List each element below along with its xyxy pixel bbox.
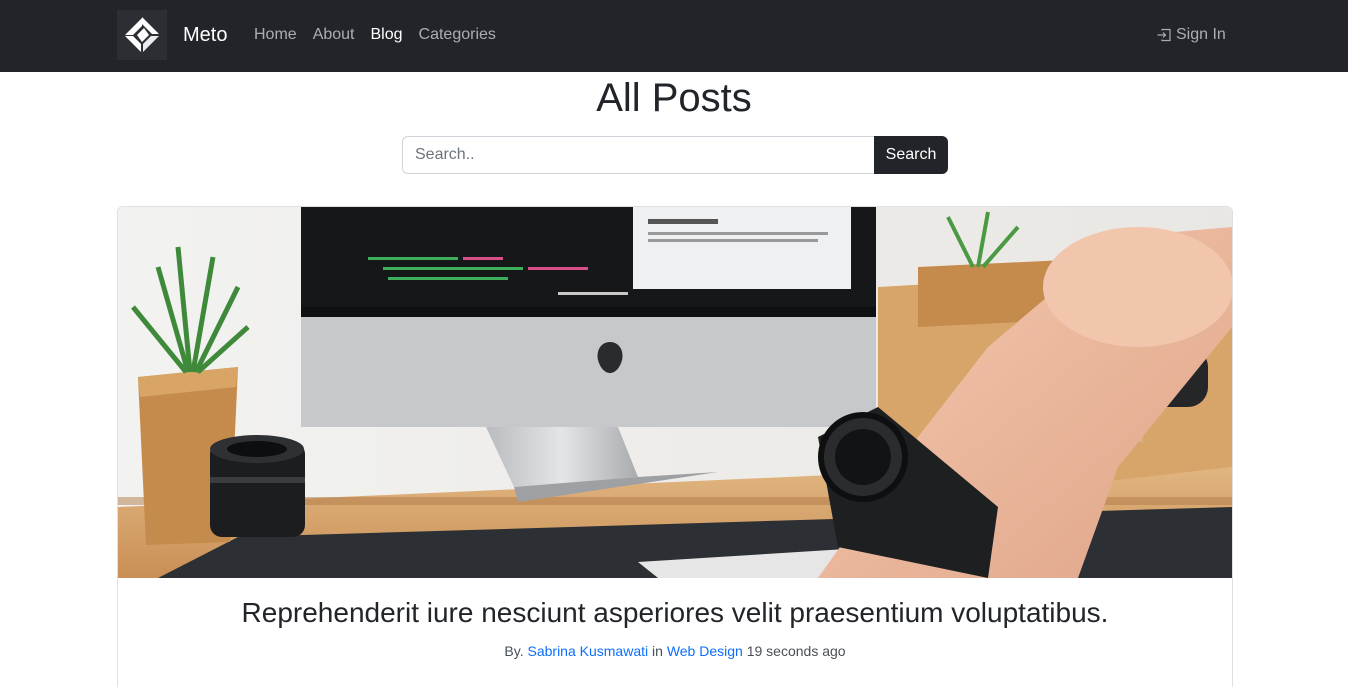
search-form: Search <box>402 136 948 174</box>
nav-link-about[interactable]: About <box>313 24 355 46</box>
post-title[interactable]: Reprehenderit iure nesciunt asperiores v… <box>118 596 1232 630</box>
post-image[interactable] <box>118 207 1232 578</box>
category-link[interactable]: Web Design <box>667 643 743 659</box>
top-navbar: Meto Home About Blog Categories Sign In <box>0 0 1348 72</box>
sign-in-link[interactable]: Sign In <box>1156 24 1226 46</box>
by-label: By. <box>504 643 524 659</box>
in-label: in <box>652 643 663 659</box>
author-link[interactable]: Sabrina Kusmawati <box>528 643 649 659</box>
nav-links: Home About Blog Categories <box>254 24 512 46</box>
nav-link-home[interactable]: Home <box>254 24 297 46</box>
brand-name[interactable]: Meto <box>183 22 227 48</box>
post-meta: By. Sabrina Kusmawati in Web Design 19 s… <box>118 641 1232 661</box>
sign-in-label: Sign In <box>1176 26 1226 43</box>
nav-link-categories[interactable]: Categories <box>419 24 496 46</box>
nav-link-blog[interactable]: Blog <box>371 24 403 46</box>
box-arrow-in-right-icon <box>1157 28 1171 42</box>
search-input[interactable] <box>402 136 874 174</box>
page-title: All Posts <box>596 76 752 120</box>
search-button[interactable]: Search <box>874 136 948 174</box>
brand-logo-icon[interactable] <box>117 10 167 60</box>
post-card: Reprehenderit iure nesciunt asperiores v… <box>117 206 1233 687</box>
post-time: 19 seconds ago <box>746 643 846 659</box>
